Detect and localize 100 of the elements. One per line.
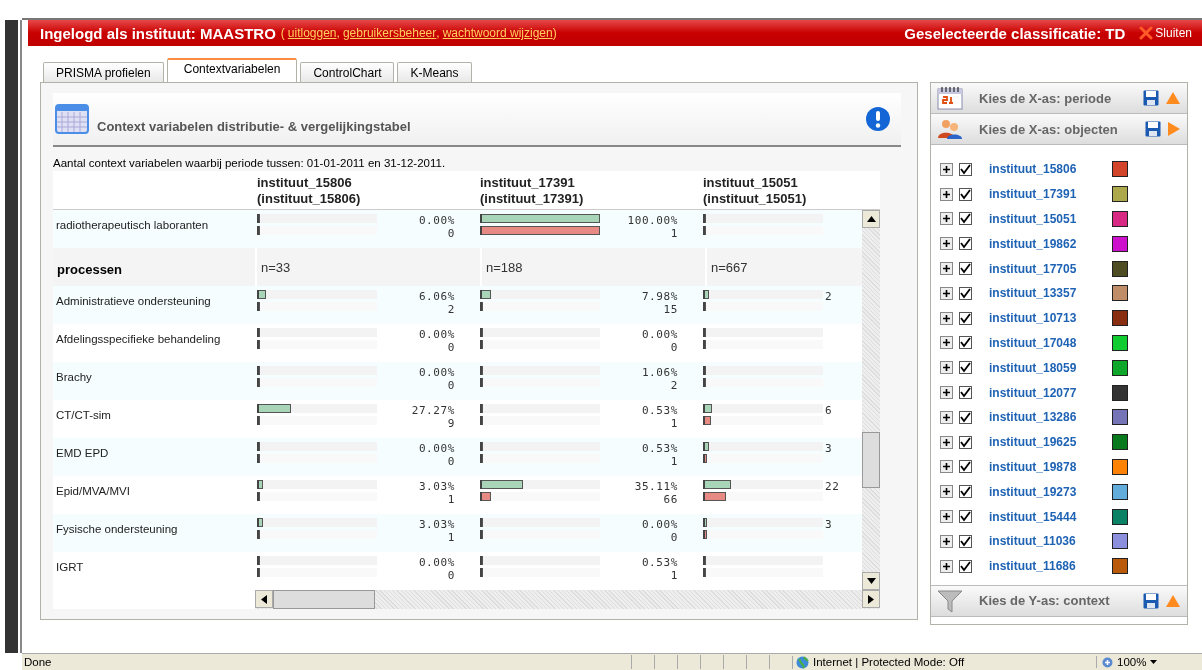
- header-link[interactable]: wachtwoord wijzigen: [442, 26, 553, 40]
- object-link[interactable]: instituut_17705: [989, 261, 1112, 276]
- checkbox[interactable]: [959, 237, 972, 251]
- dropdown-caret-icon[interactable]: [1150, 660, 1158, 664]
- object-link[interactable]: instituut_11036: [989, 534, 1112, 549]
- scroll-thumb[interactable]: [273, 590, 375, 609]
- sample-size: n=188: [486, 260, 523, 275]
- period-description: Aantal context variabelen waarbij periode tussen: 01-01-2011 en 31-12-2011.: [53, 157, 447, 169]
- checkbox[interactable]: [959, 162, 972, 176]
- separator: ): [552, 26, 557, 40]
- expand-icon[interactable]: [940, 485, 953, 499]
- checkbox[interactable]: [959, 559, 972, 573]
- vertical-scrollbar[interactable]: [862, 210, 880, 590]
- info-icon[interactable]: [865, 106, 891, 132]
- save-icon[interactable]: [1143, 592, 1159, 609]
- checkbox[interactable]: [959, 361, 972, 375]
- object-link[interactable]: instituut_19878: [989, 459, 1112, 474]
- checkbox[interactable]: [959, 336, 972, 350]
- expand-icon[interactable]: [940, 435, 953, 449]
- object-link[interactable]: instituut_15444: [989, 509, 1112, 524]
- object-link[interactable]: instituut_13357: [989, 286, 1112, 301]
- percentage: 0.53%: [641, 442, 678, 455]
- checkbox[interactable]: [959, 485, 972, 499]
- calendar-icon: [937, 86, 963, 110]
- checkbox[interactable]: [959, 311, 972, 325]
- object-link[interactable]: instituut_17048: [989, 335, 1112, 350]
- scroll-thumb[interactable]: [862, 432, 880, 488]
- tab[interactable]: PRISMA profielen: [43, 62, 164, 82]
- zoom-icon[interactable]: [1102, 656, 1113, 668]
- column-header: instituut_15806 (instituut_15806): [256, 174, 362, 208]
- row-label: Fysische ondersteuning: [56, 523, 178, 535]
- object-link[interactable]: instituut_15051: [989, 212, 1112, 226]
- percentage: 3.03%: [418, 480, 455, 493]
- object-link[interactable]: instituut_13286: [989, 410, 1112, 425]
- scroll-left-icon[interactable]: [261, 594, 267, 604]
- checkbox[interactable]: [959, 534, 972, 548]
- table-icon: [55, 104, 89, 134]
- expand-icon[interactable]: [940, 212, 953, 226]
- count: 15: [663, 303, 678, 316]
- object-link[interactable]: instituut_19273: [989, 484, 1112, 499]
- expand-icon[interactable]: [940, 410, 953, 424]
- percentage: 100.00%: [627, 214, 678, 227]
- zoom-level[interactable]: 100%: [1117, 656, 1147, 668]
- group-label: processen: [57, 262, 123, 277]
- expand-icon[interactable]: [940, 311, 953, 325]
- scroll-down-icon[interactable]: [866, 578, 876, 584]
- save-icon[interactable]: [1145, 121, 1161, 137]
- checkbox[interactable]: [959, 510, 972, 524]
- checkbox[interactable]: [959, 410, 972, 424]
- section-header[interactable]: Kies de Y-as: context: [931, 585, 1187, 617]
- expand-icon[interactable]: [940, 534, 953, 548]
- count: 1: [670, 417, 678, 430]
- expand-icon[interactable]: [940, 262, 953, 276]
- object-link[interactable]: instituut_10713: [989, 311, 1112, 326]
- percentage: 0.53%: [641, 556, 678, 569]
- horizontal-scrollbar[interactable]: [255, 590, 880, 609]
- checkbox[interactable]: [959, 460, 972, 474]
- expand-icon[interactable]: [940, 361, 953, 375]
- checkbox[interactable]: [959, 435, 972, 449]
- header-link[interactable]: uitloggen: [287, 26, 337, 40]
- checkbox[interactable]: [959, 386, 972, 400]
- close-icon: [1139, 26, 1154, 40]
- percentage: 27.27%: [411, 404, 455, 417]
- expand-icon[interactable]: [940, 187, 953, 201]
- object-link[interactable]: instituut_15806: [989, 162, 1112, 177]
- object-link[interactable]: instituut_11686: [989, 559, 1112, 574]
- checkbox[interactable]: [959, 212, 972, 226]
- object-link[interactable]: instituut_19862: [989, 236, 1112, 251]
- expand-icon[interactable]: [940, 510, 953, 524]
- tab[interactable]: K-Means: [397, 62, 472, 82]
- percentage: 7.98%: [641, 290, 678, 303]
- tab[interactable]: Contextvariabelen: [166, 58, 298, 82]
- checkbox[interactable]: [959, 262, 972, 276]
- save-icon[interactable]: [1143, 90, 1159, 106]
- expand-icon[interactable]: [940, 559, 953, 573]
- section-header[interactable]: Kies de X-as: objecten: [931, 114, 1187, 145]
- expand-icon[interactable]: [940, 286, 953, 300]
- sample-size: n=667: [711, 260, 748, 275]
- object-link[interactable]: instituut_17391: [989, 187, 1112, 202]
- scroll-right-icon[interactable]: [868, 594, 874, 604]
- tab[interactable]: ControlChart: [300, 62, 395, 82]
- checkbox[interactable]: [959, 187, 972, 201]
- sample-size: n=33: [261, 260, 291, 275]
- expand-icon[interactable]: [940, 386, 953, 400]
- scroll-up-icon[interactable]: [866, 216, 876, 222]
- percentage: 0.00%: [641, 518, 678, 531]
- close-button[interactable]: Sluiten: [1139, 26, 1192, 40]
- header-link[interactable]: gebruikersbeheer: [342, 26, 437, 40]
- count: 2: [670, 379, 678, 392]
- object-link[interactable]: instituut_19625: [989, 435, 1112, 450]
- expand-icon[interactable]: [940, 336, 953, 350]
- checkbox[interactable]: [959, 286, 972, 300]
- section-header[interactable]: Kies de X-as: periode: [931, 83, 1187, 114]
- object-link[interactable]: instituut_18059: [989, 360, 1112, 375]
- object-link[interactable]: instituut_12077: [989, 385, 1112, 400]
- expand-icon[interactable]: [940, 162, 953, 176]
- row-label: CT/CT-sim: [56, 409, 111, 421]
- expand-icon[interactable]: [940, 460, 953, 474]
- expand-icon[interactable]: [940, 237, 953, 251]
- percentage: 3: [825, 518, 833, 531]
